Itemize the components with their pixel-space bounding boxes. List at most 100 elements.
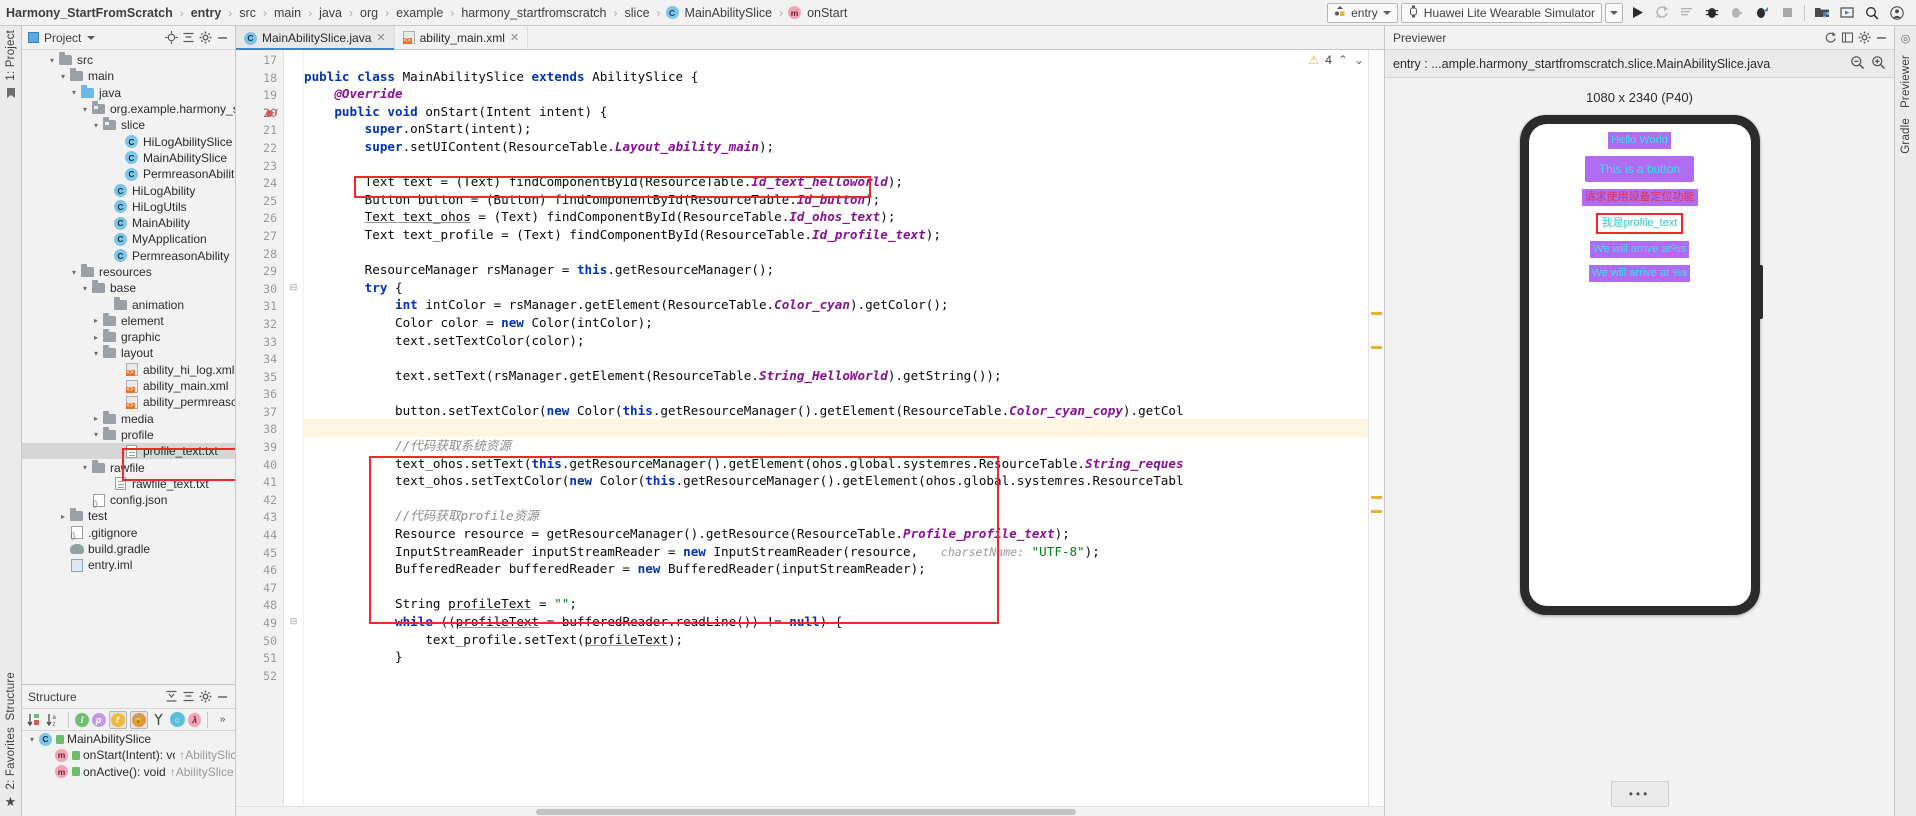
- show-inherited-icon[interactable]: I: [75, 712, 89, 727]
- tree-expander-icon[interactable]: ▾: [90, 121, 102, 130]
- rail-structure-label[interactable]: Structure: [5, 672, 17, 720]
- project-tree-item[interactable]: .gitignore: [22, 525, 235, 541]
- minimize-icon[interactable]: [214, 29, 231, 46]
- project-tree-item[interactable]: C HiLogAbility: [22, 182, 235, 198]
- project-tree-item[interactable]: ▾ profile: [22, 426, 235, 443]
- code-line[interactable]: Text text_ohos = (Text) findComponentByI…: [304, 208, 1384, 226]
- sort-alphabetically-icon[interactable]: az: [46, 711, 63, 728]
- bookmark-icon[interactable]: [6, 87, 16, 102]
- code-line[interactable]: InputStreamReader inputStreamReader = ne…: [304, 543, 1384, 561]
- run-with-coverage-icon[interactable]: [1676, 2, 1698, 23]
- next-problem-icon[interactable]: ⌄: [1354, 53, 1364, 67]
- tree-expander-icon[interactable]: ▾: [57, 72, 69, 81]
- code-line[interactable]: [304, 490, 1384, 508]
- tree-expander-icon[interactable]: ▾: [79, 463, 91, 472]
- settings-dot-icon[interactable]: ◎: [1901, 32, 1911, 45]
- breadcrumb-item-harmony-startfromscratch[interactable]: harmony_startfromscratch: [459, 6, 608, 20]
- code-line[interactable]: [304, 156, 1384, 174]
- code-line[interactable]: int intColor = rsManager.getElement(Reso…: [304, 296, 1384, 314]
- project-tree-item[interactable]: C HiLogUtils: [22, 199, 235, 215]
- project-tree-item[interactable]: rawfile_text.txt: [22, 476, 235, 492]
- tree-expander-icon[interactable]: ▾: [68, 88, 80, 97]
- project-tree-item[interactable]: ▾ rawfile: [22, 459, 235, 475]
- tree-expander-icon[interactable]: ▸: [90, 316, 102, 325]
- settings-gear-icon[interactable]: [197, 688, 214, 705]
- refresh-icon[interactable]: [1822, 29, 1839, 46]
- expand-all-icon[interactable]: [163, 688, 180, 705]
- project-tree-item[interactable]: C PermreasonAbilit: [22, 166, 235, 182]
- code-line[interactable]: [304, 578, 1384, 596]
- breadcrumb-item-onstart[interactable]: m onStart: [788, 6, 849, 20]
- rail-previewer-label[interactable]: Previewer: [1900, 55, 1912, 108]
- tree-expander-icon[interactable]: ▸: [57, 512, 69, 521]
- tree-expander-icon[interactable]: ▾: [79, 105, 91, 114]
- editor-fold-column[interactable]: ⊟ ⊟: [284, 50, 304, 806]
- breakpoint-icon[interactable]: [266, 109, 273, 117]
- project-tree-item[interactable]: ▸ test: [22, 508, 235, 524]
- close-tab-icon[interactable]: ✕: [510, 31, 519, 44]
- search-icon[interactable]: [1861, 2, 1883, 23]
- editor-horizontal-scrollbar[interactable]: [236, 806, 1384, 816]
- code-line[interactable]: [304, 349, 1384, 367]
- structure-tree-item[interactable]: ▾ C MainAbilitySlice: [22, 731, 235, 747]
- project-tree-item[interactable]: ▾ layout: [22, 345, 235, 361]
- sort-by-visibility-icon[interactable]: [26, 711, 43, 728]
- code-line[interactable]: text.setTextColor(color);: [304, 332, 1384, 350]
- code-line[interactable]: Button button = (Button) findComponentBy…: [304, 191, 1384, 209]
- inspection-widget[interactable]: ⚠ 4 ⌃ ⌄: [1308, 53, 1364, 67]
- breadcrumb-item-mainabilityslice[interactable]: C MainAbilitySlice: [665, 6, 775, 20]
- project-tree-item[interactable]: ability_permreasc: [22, 394, 235, 410]
- attach-debugger-icon[interactable]: [1726, 2, 1748, 23]
- debug-icon[interactable]: [1701, 2, 1723, 23]
- tree-expander-icon[interactable]: ▾: [79, 284, 91, 293]
- project-tree-item[interactable]: C MainAbility: [22, 215, 235, 231]
- tree-expander-icon[interactable]: ▾: [46, 56, 58, 65]
- breadcrumb-item-java[interactable]: java: [317, 6, 344, 20]
- editor-tab-ability-main-xml[interactable]: ability_main.xml ✕: [394, 26, 529, 49]
- more-actions-button[interactable]: •••: [1610, 781, 1669, 807]
- code-line[interactable]: super.onStart(intent);: [304, 120, 1384, 138]
- show-anonymous-icon[interactable]: [151, 711, 168, 728]
- code-line[interactable]: [304, 50, 1384, 68]
- project-tree-item[interactable]: ▾ slice: [22, 117, 235, 133]
- code-line[interactable]: [304, 419, 1384, 438]
- structure-tree-item[interactable]: m onActive(): void ↑AbilitySlice: [22, 764, 235, 780]
- show-properties-icon[interactable]: p: [91, 712, 106, 727]
- editor-viewport[interactable]: ⚠ 4 ⌃ ⌄ 17181920212223242526272829303132…: [236, 50, 1384, 806]
- run-icon[interactable]: [1626, 2, 1648, 23]
- code-line[interactable]: Resource resource = getResourceManager()…: [304, 525, 1384, 543]
- structure-tree[interactable]: ▾CMainAbilitySlicemonStart(Intent): void…: [22, 731, 235, 816]
- code-line[interactable]: try {: [304, 279, 1384, 297]
- show-lambdas-icon[interactable]: λ: [187, 712, 202, 727]
- tree-expander-icon[interactable]: ▸: [90, 414, 102, 423]
- code-line[interactable]: button.setTextColor(new Color(this.getRe…: [304, 402, 1384, 420]
- stop-icon[interactable]: [1776, 2, 1798, 23]
- code-line[interactable]: public void onStart(Intent intent) {: [304, 103, 1384, 121]
- project-tree-item[interactable]: ability_main.xml: [22, 378, 235, 394]
- code-line[interactable]: @Override: [304, 85, 1384, 103]
- apply-changes-icon[interactable]: A: [1651, 2, 1673, 23]
- project-tree-item[interactable]: ▾ org.example.harmony_s: [22, 101, 235, 117]
- code-fold-icon[interactable]: ⊟: [284, 613, 303, 631]
- locate-icon[interactable]: [163, 29, 180, 46]
- project-tree-item[interactable]: ▾ base: [22, 280, 235, 296]
- code-fold-icon[interactable]: ⊟: [284, 279, 303, 297]
- project-tree-item[interactable]: ▸ graphic: [22, 329, 235, 345]
- code-line[interactable]: [304, 666, 1384, 684]
- project-tree-item[interactable]: build.gradle: [22, 541, 235, 557]
- zoom-out-icon[interactable]: [1850, 55, 1865, 73]
- scrollbar-thumb[interactable]: [536, 809, 1076, 815]
- hide-previewer-icon[interactable]: [1839, 29, 1856, 46]
- code-line[interactable]: text_ohos.setText(this.getResourceManage…: [304, 455, 1384, 473]
- tree-expander-icon[interactable]: ▾: [68, 268, 80, 277]
- settings-gear-icon[interactable]: [1856, 29, 1873, 46]
- project-tree-item[interactable]: ▾ src: [22, 52, 235, 68]
- breadcrumb-item-entry[interactable]: entry: [189, 6, 224, 20]
- zoom-in-icon[interactable]: [1871, 55, 1886, 73]
- project-tree-item[interactable]: entry.iml: [22, 557, 235, 573]
- tree-expander-icon[interactable]: ▸: [90, 333, 102, 342]
- code-line[interactable]: super.setUIContent(ResourceTable.Layout_…: [304, 138, 1384, 156]
- project-tree-item[interactable]: animation: [22, 296, 235, 312]
- star-icon[interactable]: ★: [5, 795, 17, 808]
- rail-project-label[interactable]: 1: Project: [5, 30, 17, 81]
